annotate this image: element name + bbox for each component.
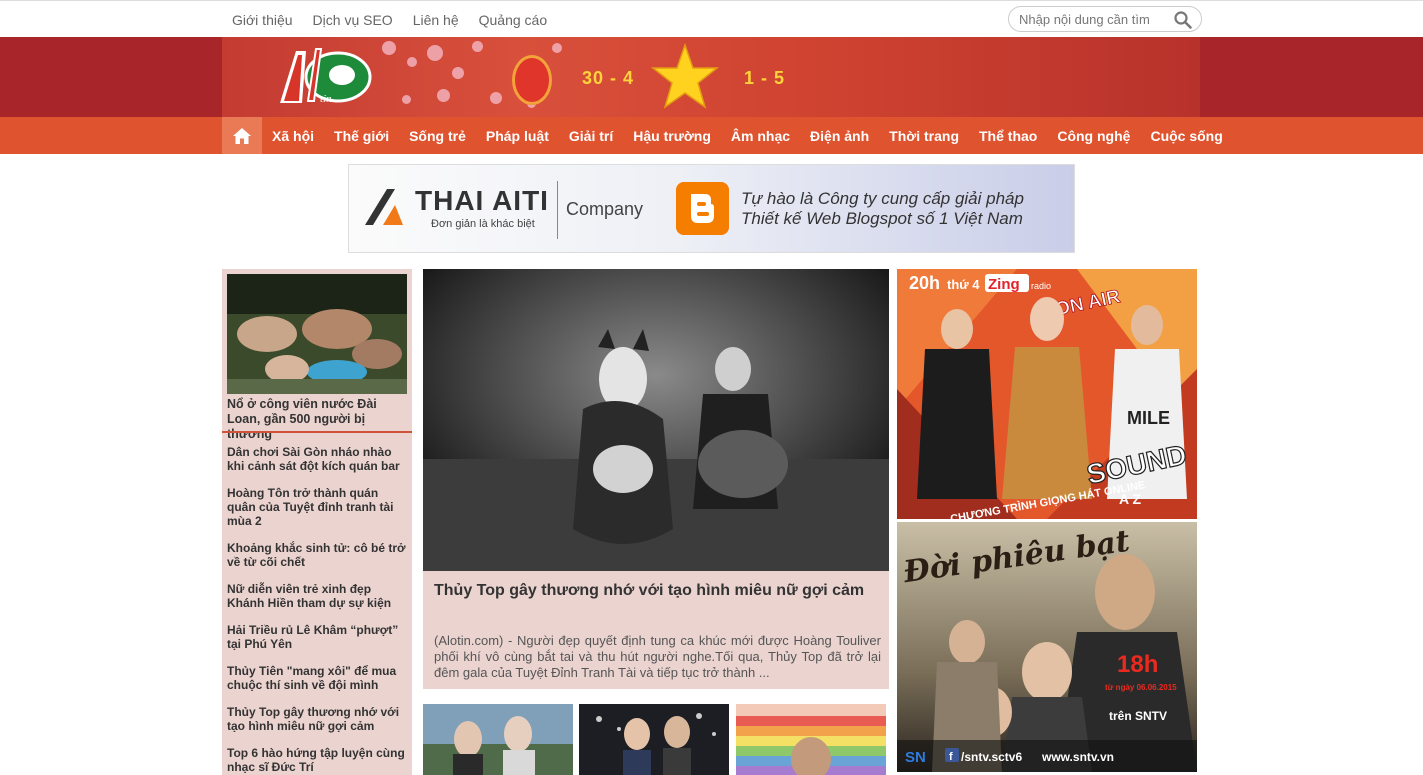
list-item[interactable]: Top 6 hào hứng tập luyện cùng nhạc sĩ Đứ… — [227, 746, 409, 774]
featured-image[interactable] — [423, 269, 889, 571]
nav-item-cong-nghe[interactable]: Công nghệ — [1057, 128, 1130, 144]
top-links: Giới thiệu Dịch vụ SEO Liên hệ Quảng cáo — [232, 12, 547, 28]
radio-time: 20h — [909, 273, 940, 293]
svg-text:f: f — [949, 751, 953, 763]
top-bar: Giới thiệu Dịch vụ SEO Liên hệ Quảng cáo — [0, 0, 1423, 37]
blogger-icon — [676, 182, 729, 235]
top-link-ads[interactable]: Quảng cáo — [479, 12, 548, 28]
left-news-list: Dân chơi Sài Gòn nháo nhào khi cảnh sát … — [227, 445, 409, 775]
air-channel: trên SNTV — [1109, 709, 1167, 723]
ad-slogan: Đơn giản là khác biệt — [431, 218, 535, 230]
ad-divider — [557, 181, 558, 239]
nav-item-phap-luat[interactable]: Pháp luật — [486, 128, 549, 144]
nav-item-am-nhac[interactable]: Âm nhạc — [731, 128, 790, 144]
nav-item-song-tre[interactable]: Sống trẻ — [409, 128, 466, 144]
air-time: 18h — [1117, 651, 1158, 678]
header-banner: tin 30 - 4 1 - 5 — [0, 37, 1423, 117]
nav-item-giai-tri[interactable]: Giải trí — [569, 128, 613, 144]
sntv-logo: SN — [905, 749, 926, 766]
list-item[interactable]: Hoàng Tôn trở thành quán quân của Tuyệt … — [227, 486, 409, 528]
thumbnail-3[interactable] — [736, 704, 886, 775]
top-link-about[interactable]: Giới thiệu — [232, 12, 293, 28]
ad-company: Company — [566, 199, 644, 219]
home-icon — [233, 127, 251, 144]
thumbnail-1[interactable] — [423, 704, 573, 775]
list-item[interactable]: Nữ diễn viên trẻ xinh đẹp Khánh Hiền tha… — [227, 582, 409, 610]
left-news-column: Nổ ở công viên nước Đài Loan, gần 500 ng… — [222, 269, 412, 775]
main-nav: Xã hội Thế giới Sống trẻ Pháp luật Giải … — [0, 117, 1423, 154]
star-icon — [650, 42, 720, 109]
banner-date-left: 30 - 4 — [582, 68, 635, 88]
nav-item-cuoc-song[interactable]: Cuộc sống — [1150, 128, 1222, 144]
thaiaiti-logo-icon — [365, 189, 403, 225]
nav-home-button[interactable] — [222, 117, 262, 154]
list-item[interactable]: Hải Triều rủ Lê Khâm “phượt” tại Phú Yên — [227, 623, 409, 651]
zing-radio-label: radio — [1031, 281, 1051, 291]
top-ad-banner[interactable]: THAI AITI Đơn giản là khác biệt Company … — [348, 164, 1075, 253]
nav-item-dien-anh[interactable]: Điện ảnh — [810, 128, 869, 144]
nav-item-the-thao[interactable]: Thể thao — [979, 128, 1037, 144]
air-date: từ ngày 06.06.2015 — [1105, 683, 1177, 692]
site-url: www.sntv.vn — [1041, 750, 1114, 764]
fb-handle: /sntv.sctv6 — [961, 750, 1022, 764]
list-item[interactable]: Khoảng khắc sinh tử: cô bé trở về từ cõi… — [227, 541, 409, 569]
zing-logo: Zing — [988, 276, 1020, 293]
svg-text:tin: tin — [320, 93, 332, 105]
featured-title[interactable]: Thủy Top gây thương nhớ với tạo hình miê… — [434, 581, 874, 601]
thumbnail-2[interactable] — [579, 704, 729, 775]
nav-item-hau-truong[interactable]: Hậu trường — [633, 128, 711, 144]
top-link-seo[interactable]: Dịch vụ SEO — [313, 12, 393, 28]
left-divider — [222, 431, 412, 433]
banner-artwork: tin 30 - 4 1 - 5 — [222, 37, 1200, 117]
banner-date-right: 1 - 5 — [744, 68, 786, 88]
ad-brand: THAI AITI — [415, 185, 549, 216]
site-logo[interactable]: tin — [272, 45, 372, 107]
nav-item-xa-hoi[interactable]: Xã hội — [272, 128, 314, 144]
list-item[interactable]: Dân chơi Sài Gòn nháo nhào khi cảnh sát … — [227, 445, 409, 473]
list-item[interactable]: Thủy Tiên "mang xôi" để mua chuộc thí si… — [227, 664, 409, 692]
list-item[interactable]: Thủy Top gây thương nhớ với tạo hình miê… — [227, 705, 409, 733]
ad-headline-2: Thiết kế Web Blogspot số 1 Việt Nam — [741, 209, 1023, 228]
search-input[interactable] — [1019, 11, 1169, 28]
featured-description: (Alotin.com) - Người đẹp quyết định tung… — [434, 633, 881, 680]
search-box — [1008, 6, 1202, 32]
zing-radio-ad[interactable]: 20h thứ 4 Zing radio ON AIR MILE SOUND A… — [897, 269, 1197, 519]
ad-headline-1: Tự hào là Công ty cung cấp giải pháp — [741, 189, 1024, 208]
featured-article: Thủy Top gây thương nhớ với tạo hình miê… — [423, 269, 889, 689]
shirt-text: MILE — [1127, 408, 1170, 428]
lead-news-title[interactable]: Nổ ở công viên nước Đài Loan, gần 500 ng… — [227, 397, 409, 442]
nav-item-thoi-trang[interactable]: Thời trang — [889, 128, 959, 144]
search-icon[interactable] — [1173, 10, 1193, 30]
sntv-drama-ad[interactable]: Đời phiêu bạt 18h từ ngày 06.06.2015 trê… — [897, 522, 1197, 772]
nav-item-the-gioi[interactable]: Thế giới — [334, 128, 389, 144]
lead-news-image[interactable] — [227, 274, 407, 394]
top-link-contact[interactable]: Liên hệ — [413, 12, 459, 28]
lantern-decoration — [512, 55, 552, 105]
radio-day: thứ 4 — [947, 277, 980, 292]
